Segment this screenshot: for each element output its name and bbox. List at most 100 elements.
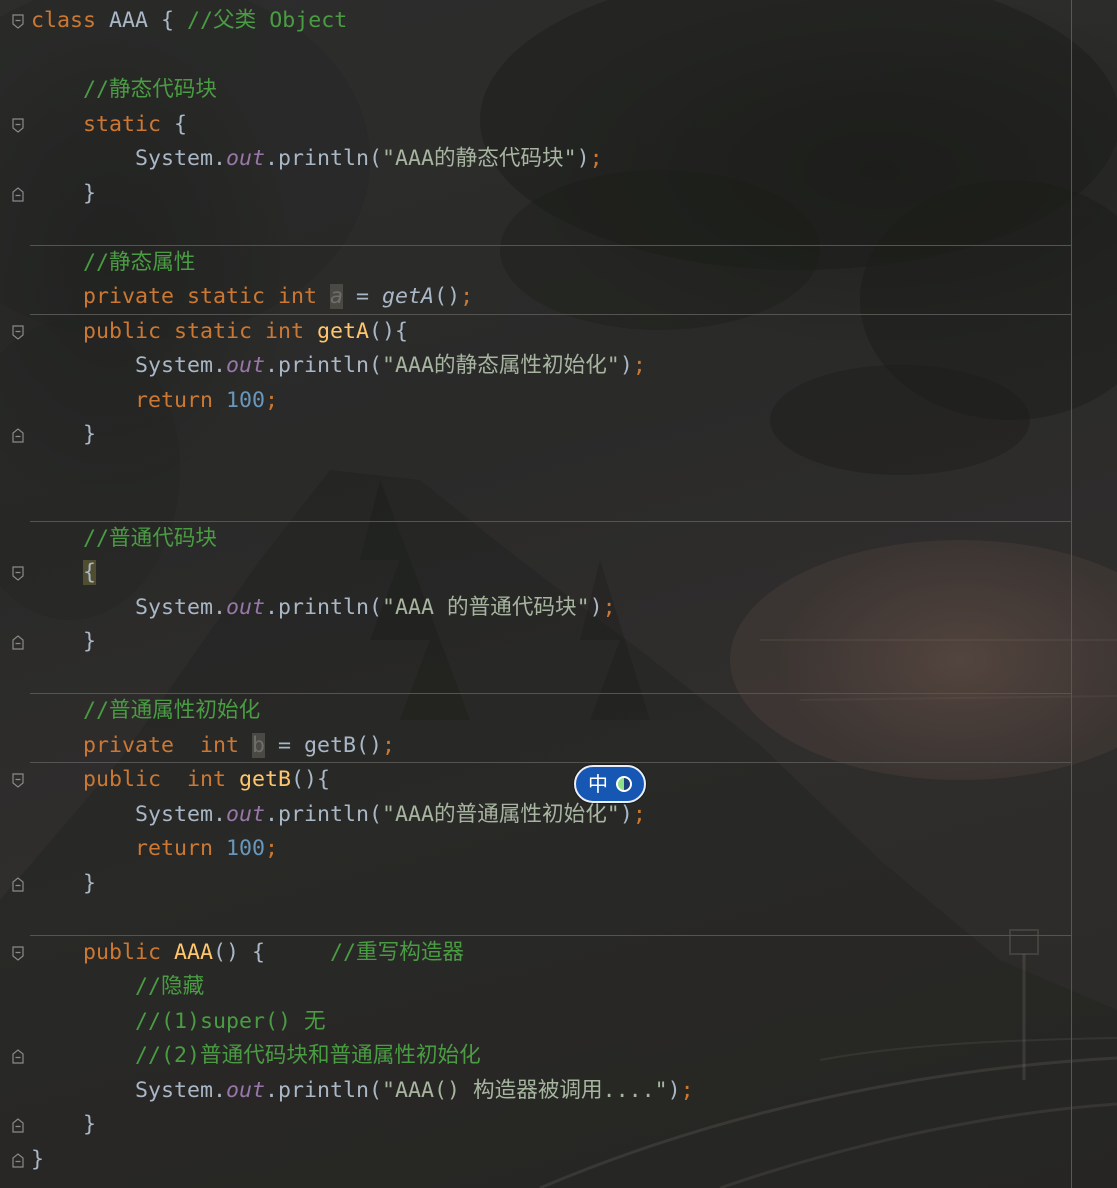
code-line[interactable] bbox=[0, 211, 1071, 246]
code-token-keyword: return bbox=[31, 387, 227, 413]
code-token-comment: //父类 Object bbox=[187, 8, 348, 33]
code-token-plain: ) bbox=[589, 594, 603, 620]
code-token-static-field: out bbox=[226, 1077, 266, 1103]
code-line[interactable]: } bbox=[0, 418, 1071, 453]
code-line[interactable]: } bbox=[0, 1143, 1071, 1178]
half-circle-icon[interactable] bbox=[616, 776, 632, 792]
code-token-plain: System. bbox=[31, 146, 227, 171]
code-token-plain: .println( bbox=[265, 594, 383, 620]
right-margin-guide bbox=[1071, 0, 1072, 1188]
code-token-string: "AAA的静态代码块" bbox=[382, 146, 577, 171]
fold-end-icon[interactable] bbox=[12, 1049, 24, 1064]
code-token-keyword: public int bbox=[31, 767, 240, 792]
code-line[interactable] bbox=[0, 901, 1071, 936]
code-line[interactable]: System.out.println("AAA的静态属性初始化"); bbox=[0, 349, 1071, 384]
code-token-plain: () { bbox=[213, 939, 331, 965]
code-token-semicolon: ; bbox=[382, 732, 396, 758]
code-editor[interactable]: class AAA { //父类 Object //静态代码块 static {… bbox=[0, 4, 1071, 1177]
code-line[interactable]: //静态代码块 bbox=[0, 73, 1071, 108]
code-line[interactable]: //(2)普通代码块和普通属性初始化 bbox=[0, 1039, 1071, 1074]
code-token-semicolon: ; bbox=[602, 594, 616, 620]
code-line[interactable]: public static int getA(){ bbox=[0, 313, 1071, 350]
code-token-plain: System. bbox=[31, 1077, 227, 1103]
code-token-plain: } bbox=[31, 629, 97, 654]
code-line[interactable]: public AAA() { //重写构造器 bbox=[0, 934, 1071, 971]
code-token-static-field: out bbox=[226, 353, 266, 378]
fold-end-icon[interactable] bbox=[12, 186, 24, 202]
code-line[interactable]: System.out.println("AAA() 构造器被调用...."); bbox=[0, 1074, 1071, 1109]
code-line[interactable]: //普通属性初始化 bbox=[0, 693, 1071, 729]
code-line[interactable]: //(1)super() 无 bbox=[0, 1005, 1071, 1040]
code-line[interactable]: static { bbox=[0, 108, 1071, 143]
code-line[interactable]: private int b = getB(); bbox=[0, 729, 1071, 764]
code-line[interactable]: { bbox=[0, 556, 1071, 591]
code-line[interactable] bbox=[0, 453, 1071, 488]
code-line[interactable]: } bbox=[0, 177, 1071, 212]
code-token-plain: AAA { bbox=[96, 8, 188, 33]
code-token-comment: //普通属性初始化 bbox=[31, 698, 261, 723]
code-token-plain: .println( bbox=[265, 801, 383, 827]
code-token-comment: //静态属性 bbox=[31, 249, 196, 275]
code-line[interactable] bbox=[0, 487, 1071, 522]
code-token-comment: //重写构造器 bbox=[330, 939, 465, 965]
code-line[interactable]: System.out.println("AAA的静态代码块"); bbox=[0, 142, 1071, 177]
code-line[interactable]: System.out.println("AAA的普通属性初始化"); bbox=[0, 798, 1071, 833]
code-token-plain: (){ bbox=[291, 767, 331, 792]
code-token-plain: System. bbox=[31, 594, 227, 620]
code-line[interactable]: private static int a = getA(); bbox=[0, 280, 1071, 315]
code-token-comment: //隐藏 bbox=[31, 974, 205, 999]
code-line[interactable]: public int getB(){ bbox=[0, 762, 1071, 798]
fold-start-icon[interactable] bbox=[12, 773, 24, 788]
code-line[interactable] bbox=[0, 660, 1071, 695]
code-token-string: "AAA的普通属性初始化" bbox=[382, 801, 620, 827]
code-token-plain: .println( bbox=[265, 353, 383, 378]
code-token-keyword: public bbox=[31, 939, 175, 965]
code-token-string: "AAA的静态属性初始化" bbox=[382, 353, 620, 378]
fold-end-icon[interactable] bbox=[12, 1152, 24, 1168]
code-token-semicolon: ; bbox=[265, 836, 279, 861]
code-token-semicolon: ; bbox=[460, 284, 474, 309]
code-token-static-field: out bbox=[226, 594, 266, 620]
code-line[interactable]: //隐藏 bbox=[0, 970, 1071, 1005]
code-token-number: 100 bbox=[226, 387, 266, 413]
code-token-method-decl: getB bbox=[239, 767, 292, 792]
code-token-plain: } bbox=[31, 1146, 45, 1172]
code-line[interactable]: } bbox=[0, 625, 1071, 660]
code-line[interactable]: //普通代码块 bbox=[0, 520, 1071, 557]
code-line[interactable]: class AAA { //父类 Object bbox=[0, 4, 1071, 39]
ime-indicator[interactable]: 中 bbox=[574, 765, 646, 803]
code-token-plain: } bbox=[31, 180, 97, 206]
code-token-plain: ) bbox=[576, 146, 590, 171]
fold-start-icon[interactable] bbox=[12, 566, 24, 581]
code-line[interactable]: return 100; bbox=[0, 832, 1071, 867]
code-token-string: "AAA() 构造器被调用...." bbox=[382, 1077, 668, 1103]
code-line[interactable]: } bbox=[0, 1108, 1071, 1143]
code-token-semicolon: ; bbox=[632, 801, 646, 827]
code-token-plain: = getB() bbox=[265, 732, 383, 758]
fold-end-icon[interactable] bbox=[12, 635, 24, 650]
code-line[interactable]: System.out.println("AAA 的普通代码块"); bbox=[0, 591, 1071, 626]
fold-start-icon[interactable] bbox=[12, 14, 24, 29]
code-token-plain: { bbox=[161, 111, 188, 137]
fold-end-icon[interactable] bbox=[12, 428, 24, 443]
code-token-keyword: return bbox=[31, 836, 227, 861]
code-token-method-decl: AAA bbox=[174, 939, 214, 965]
code-token-plain: System. bbox=[31, 353, 227, 378]
code-line[interactable] bbox=[0, 39, 1071, 74]
fold-end-icon[interactable] bbox=[12, 876, 24, 892]
code-token-method-decl: getA bbox=[317, 318, 370, 344]
code-token-plain: () bbox=[434, 284, 461, 309]
code-line[interactable]: } bbox=[0, 867, 1071, 902]
fold-start-icon[interactable] bbox=[12, 324, 24, 340]
code-token-plain: .println( bbox=[265, 146, 383, 171]
code-token-plain: ) bbox=[619, 353, 633, 378]
code-line[interactable]: return 100; bbox=[0, 384, 1071, 419]
fold-start-icon[interactable] bbox=[12, 945, 24, 961]
fold-end-icon[interactable] bbox=[12, 1118, 24, 1133]
fold-start-icon[interactable] bbox=[12, 117, 24, 133]
code-token-matched-brace: { bbox=[83, 560, 97, 585]
code-token-keyword: class bbox=[31, 8, 97, 33]
code-token-plain: ) bbox=[667, 1077, 681, 1103]
code-line[interactable]: //静态属性 bbox=[0, 244, 1071, 281]
code-token-number: 100 bbox=[226, 836, 266, 861]
